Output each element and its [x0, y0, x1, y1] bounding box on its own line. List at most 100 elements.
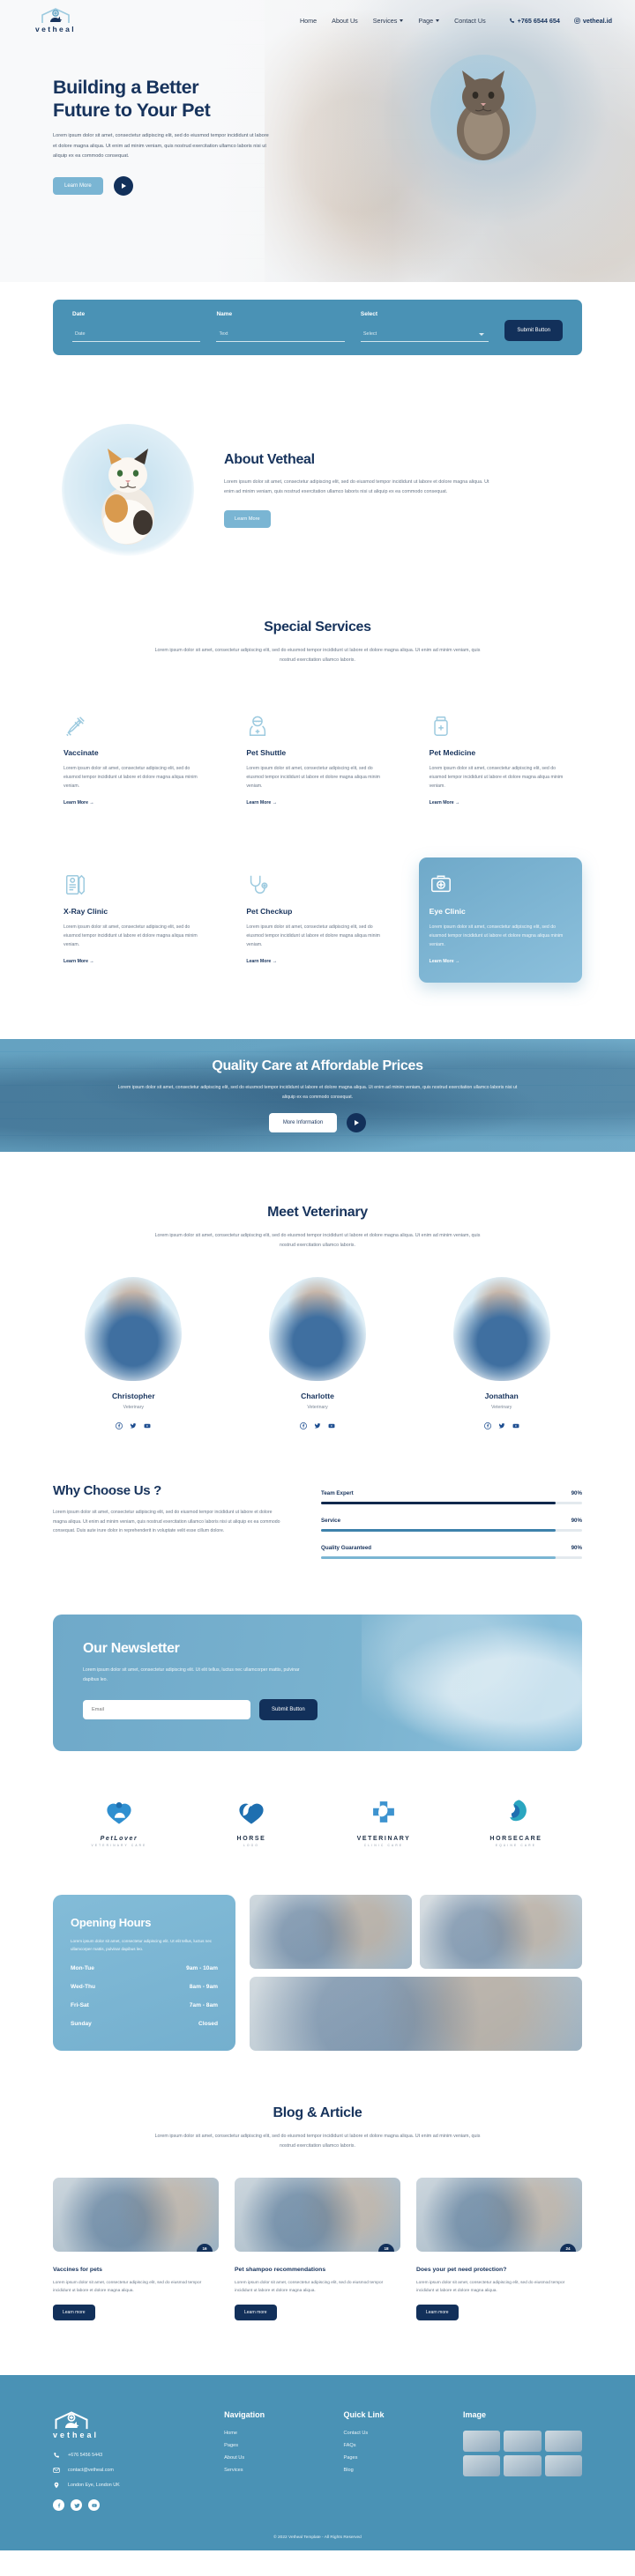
brand-logo[interactable]: vetheal — [23, 7, 88, 33]
partner-subtitle: LOGO — [243, 1844, 259, 1848]
footer-thumbnail[interactable] — [504, 2431, 542, 2453]
quality-more-information-button[interactable]: More Information — [268, 1113, 338, 1133]
partner-name: HORSE — [236, 1836, 266, 1843]
footer-address-text: London Eye, London UK — [68, 2483, 120, 2489]
footer-quick-link-column: Quick Link Contact Us FAQs Pages Blog — [344, 2410, 447, 2511]
site-footer: vetheal +676 5456 5443 contact@vetheal.c… — [0, 2375, 635, 2551]
hero-play-button[interactable] — [113, 175, 133, 196]
about-learn-more-button[interactable]: Learn More — [224, 509, 271, 528]
service-card-pet-medicine[interactable]: Pet Medicine Lorem ipsum dolor sit amet,… — [419, 699, 582, 824]
service-title: Pet Checkup — [246, 907, 293, 917]
service-learn-more-link[interactable]: Learn More → — [64, 800, 94, 805]
twitter-icon[interactable] — [130, 1418, 137, 1434]
team-member-socials — [53, 1418, 214, 1434]
quality-play-button[interactable] — [347, 1113, 367, 1133]
booking-form: Date Name Select Submit Button — [53, 300, 582, 355]
chevron-down-icon — [400, 19, 404, 22]
skill-fill — [321, 1556, 557, 1560]
booking-name-field: Name — [216, 311, 345, 342]
booking-select-input[interactable] — [360, 331, 489, 342]
hero-actions: Learn More — [53, 175, 291, 196]
nav-link-home[interactable]: Home — [300, 17, 317, 25]
footer-link-pages[interactable]: Pages — [344, 2455, 447, 2461]
blog-post-card[interactable]: 24Sep Does your pet need protection? Lor… — [416, 2177, 582, 2321]
booking-select-field: Select — [360, 311, 489, 342]
youtube-icon[interactable] — [512, 1418, 519, 1434]
footer-logo[interactable]: vetheal — [53, 2410, 208, 2439]
nav-link-contact-us[interactable]: Contact Us — [454, 17, 486, 25]
service-card-pet-shuttle[interactable]: Pet Shuttle Lorem ipsum dolor sit amet, … — [235, 699, 399, 824]
nav-link-label: About Us — [332, 16, 358, 25]
service-card-xray-clinic[interactable]: X-Ray Clinic Lorem ipsum dolor sit amet,… — [53, 857, 216, 983]
footer-thumbnail[interactable] — [462, 2455, 501, 2477]
footer-thumbnail[interactable] — [504, 2455, 542, 2477]
service-learn-more-link[interactable]: Learn More → — [430, 959, 460, 964]
youtube-icon[interactable] — [88, 2499, 100, 2512]
booking-date-input[interactable] — [72, 331, 201, 342]
service-learn-more-link[interactable]: Learn More → — [64, 959, 94, 964]
service-learn-more-link[interactable]: Learn More → — [246, 959, 277, 964]
nav-phone[interactable]: +765 6544 654 — [509, 17, 560, 25]
footer-link-faqs[interactable]: FAQs — [344, 2443, 447, 2448]
footer-thumbnail[interactable] — [544, 2431, 582, 2453]
skill-bar-quality-guaranteed: Quality Guaranteed 90% — [321, 1545, 582, 1560]
service-card-eye-clinic[interactable]: Eye Clinic Lorem ipsum dolor sit amet, c… — [418, 857, 582, 984]
nav-instagram[interactable]: vetheal.id — [574, 17, 612, 25]
blog-post-card[interactable]: 16Sep Vaccines for pets Lorem ipsum dolo… — [53, 2177, 219, 2321]
booking-name-input[interactable] — [216, 331, 345, 342]
service-learn-more-link[interactable]: Learn More → — [430, 800, 460, 805]
nav-link-page[interactable]: Page — [418, 17, 440, 25]
blog-post-card[interactable]: 18Sep Pet shampoo recommendations Lorem … — [235, 2177, 400, 2321]
hours-row-fri-sat: Fri-Sat 7am - 8am — [71, 2002, 218, 2008]
footer-link-pages[interactable]: Pages — [224, 2443, 327, 2448]
cat-illustration — [457, 71, 510, 160]
youtube-icon[interactable] — [328, 1418, 335, 1434]
nav-link-about-us[interactable]: About Us — [332, 17, 358, 25]
skill-value: 90% — [571, 1518, 582, 1525]
footer-link-about-us[interactable]: About Us — [224, 2455, 327, 2461]
youtube-icon[interactable] — [144, 1418, 151, 1434]
blog-learn-more-button[interactable]: Learn more — [53, 2305, 95, 2321]
twitter-icon[interactable] — [314, 1418, 321, 1434]
about-title: About Vetheal — [224, 452, 315, 468]
facebook-icon[interactable] — [53, 2499, 64, 2512]
twitter-icon[interactable] — [71, 2499, 82, 2512]
booking-submit-button[interactable]: Submit Button — [504, 320, 563, 341]
play-icon — [355, 1120, 360, 1126]
footer-thumbnail[interactable] — [544, 2455, 582, 2477]
footer-thumbnail[interactable] — [462, 2431, 501, 2453]
service-card-pet-checkup[interactable]: Pet Checkup Lorem ipsum dolor sit amet, … — [235, 857, 399, 983]
newsletter-card: Our Newsletter Lorem ipsum dolor sit ame… — [53, 1615, 582, 1752]
service-body: Lorem ipsum dolor sit amet, consectetur … — [64, 765, 198, 789]
blog-learn-more-button[interactable]: Learn more — [416, 2305, 459, 2321]
services-grid-row-1: Vaccinate Lorem ipsum dolor sit amet, co… — [53, 699, 582, 824]
blog-learn-more-button[interactable]: Learn more — [235, 2305, 277, 2321]
team-member-socials — [237, 1418, 399, 1434]
service-learn-more-link[interactable]: Learn More → — [246, 800, 277, 805]
footer-link-contact-us[interactable]: Contact Us — [344, 2431, 447, 2436]
twitter-icon[interactable] — [498, 1418, 505, 1434]
footer-email[interactable]: contact@vetheal.com — [53, 2467, 208, 2474]
footer-link-blog[interactable]: Blog — [344, 2468, 447, 2473]
partner-subtitle: CLINIC CARE — [363, 1844, 404, 1848]
newsletter-form: Submit Button — [83, 1698, 353, 1720]
footer-link-home[interactable]: Home — [224, 2431, 327, 2436]
footer-phone[interactable]: +676 5456 5443 — [53, 2452, 208, 2459]
newsletter-submit-button[interactable]: Submit Button — [259, 1698, 318, 1720]
newsletter-section: Our Newsletter Lorem ipsum dolor sit ame… — [0, 1572, 635, 1752]
skill-label: Service — [321, 1518, 341, 1525]
hero-learn-more-button[interactable]: Learn More — [53, 176, 103, 195]
why-skill-bars: Team Expert 90% Service 90% Quality Guaran… — [321, 1483, 582, 1572]
facebook-icon[interactable] — [300, 1418, 307, 1434]
service-card-vaccinate[interactable]: Vaccinate Lorem ipsum dolor sit amet, co… — [53, 699, 216, 824]
newsletter-email-input[interactable] — [83, 1699, 250, 1719]
facebook-icon[interactable] — [483, 1418, 491, 1434]
footer-link-services[interactable]: Services — [224, 2468, 327, 2473]
team-member-name: Jonathan — [484, 1392, 519, 1401]
blog-thumbnail: 24Sep — [416, 2177, 582, 2252]
nav-link-services[interactable]: Services — [373, 17, 404, 25]
facebook-icon[interactable] — [116, 1418, 123, 1434]
footer-brand-column: vetheal +676 5456 5443 contact@vetheal.c… — [53, 2410, 208, 2512]
blog-grid: 16Sep Vaccines for pets Lorem ipsum dolo… — [53, 2177, 582, 2321]
chevron-down-icon[interactable] — [479, 333, 485, 336]
